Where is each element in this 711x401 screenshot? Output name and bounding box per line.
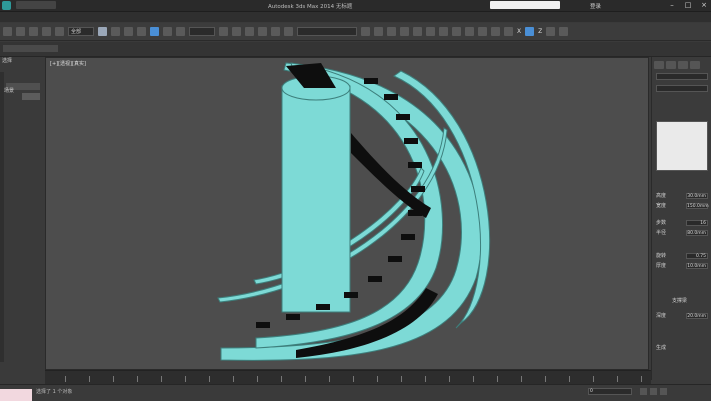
select-by-name-icon[interactable]: [111, 27, 120, 36]
generate-checkbox-row[interactable]: 生成: [656, 344, 708, 351]
play-icon[interactable]: [640, 388, 647, 395]
playback-controls: [640, 388, 667, 395]
param-spinner[interactable]: 20.0mm: [686, 312, 708, 319]
named-selection-dropdown[interactable]: [297, 27, 357, 36]
modifier-list-dropdown[interactable]: [656, 85, 708, 92]
layer-icon[interactable]: [387, 27, 396, 36]
render-setup-icon[interactable]: [452, 27, 461, 36]
reference-coord-dropdown[interactable]: [189, 27, 215, 36]
key-icon[interactable]: [650, 388, 657, 395]
extra-icon[interactable]: [504, 27, 513, 36]
axis-y-button[interactable]: [525, 27, 535, 36]
ribbon-tabs[interactable]: [3, 45, 58, 52]
object-name-field[interactable]: [656, 73, 708, 80]
align-icon[interactable]: [374, 27, 383, 36]
close-icon[interactable]: ×: [699, 1, 709, 9]
scene-explorer: 选择: [0, 57, 44, 370]
rotate-icon[interactable]: [163, 27, 172, 36]
minimize-icon[interactable]: –: [667, 1, 677, 9]
command-panel-tabs: [654, 61, 700, 69]
param-row-2: 宽度 150.0mm: [656, 202, 709, 209]
param-row-3: 步数 16: [656, 219, 708, 226]
pivot-icon[interactable]: [219, 27, 228, 36]
param-spinner[interactable]: 150.0mm: [686, 202, 709, 209]
frame-field[interactable]: 0: [588, 388, 632, 395]
perspective-viewport[interactable]: [+][透视][真实]: [45, 57, 649, 370]
angle-snap-icon[interactable]: [258, 27, 267, 36]
window-title: Autodesk 3ds Max 2014 无标题: [268, 4, 353, 10]
param-spinner[interactable]: 30.0mm: [686, 192, 708, 199]
quick-access-toolbar[interactable]: [16, 1, 56, 9]
render-icon[interactable]: [478, 27, 487, 36]
time-config-icon[interactable]: [660, 388, 667, 395]
param-row-4: 半径 80.0mm: [656, 229, 708, 236]
hierarchy-tab-icon[interactable]: [678, 61, 688, 69]
status-message: 选择了 1 个对象: [36, 389, 73, 395]
redo-icon[interactable]: [16, 27, 25, 36]
snap-icon[interactable]: [245, 27, 254, 36]
scene-explorer-row[interactable]: [22, 93, 40, 100]
status-bar: 选择了 1 个对象 0: [0, 384, 711, 401]
selection-filter-dropdown[interactable]: 全部: [68, 27, 94, 36]
percent-snap-icon[interactable]: [271, 27, 280, 36]
left-tool-strip: [0, 72, 4, 362]
menu-bar: [0, 12, 711, 22]
param-spinner[interactable]: 16: [686, 219, 708, 226]
param-spinner[interactable]: 0.75: [686, 252, 708, 259]
maximize-icon[interactable]: □: [683, 1, 693, 9]
graphite-icon[interactable]: [400, 27, 409, 36]
window-controls: – □ ×: [667, 1, 709, 9]
param-row-7: 深度 20.0mm: [656, 312, 708, 319]
param-row-6: 厚度 10.0mm: [656, 262, 708, 269]
ribbon: [0, 42, 711, 57]
rect-selection-icon[interactable]: [124, 27, 133, 36]
maxscript-listener[interactable]: [0, 389, 32, 401]
select-object-icon[interactable]: [98, 27, 107, 36]
param-row-1: 高度 30.0mm: [656, 192, 708, 199]
scene-explorer-label: 场景: [4, 88, 15, 94]
curve-editor-icon[interactable]: [413, 27, 422, 36]
scene-explorer-tab[interactable]: 选择: [2, 57, 12, 64]
create-tab-icon[interactable]: [654, 61, 664, 69]
generate-checkbox-label: 生成: [656, 345, 667, 351]
help-icon[interactable]: [491, 27, 500, 36]
window-crossing-icon[interactable]: [137, 27, 146, 36]
main-toolbar: 全部 X Z: [0, 23, 711, 41]
undo-icon[interactable]: [3, 27, 12, 36]
section-label: 支撑梁: [672, 298, 688, 304]
schematic-icon[interactable]: [426, 27, 435, 36]
link-icon[interactable]: [29, 27, 38, 36]
manipulate-icon[interactable]: [232, 27, 241, 36]
spinner-snap-icon[interactable]: [284, 27, 293, 36]
motion-tab-icon[interactable]: [690, 61, 700, 69]
move-icon[interactable]: [150, 27, 159, 36]
command-panel: 高度 30.0mm 宽度 150.0mm 步数 16 半径 80.0mm 旋转 …: [651, 57, 711, 380]
title-bar: Autodesk 3ds Max 2014 无标题 登录 – □ ×: [0, 0, 711, 12]
app-logo-icon[interactable]: [2, 1, 11, 10]
material-editor-icon[interactable]: [439, 27, 448, 36]
bind-icon[interactable]: [55, 27, 64, 36]
modifier-stack[interactable]: [656, 121, 708, 171]
axis-constraint-icon[interactable]: [559, 27, 569, 36]
param-spinner[interactable]: 80.0mm: [686, 229, 708, 236]
timeline[interactable]: [45, 370, 651, 385]
axis-z-button[interactable]: Z: [538, 28, 542, 35]
axis-xy-icon[interactable]: [546, 27, 556, 36]
login-button[interactable]: 登录: [590, 2, 601, 10]
unlink-icon[interactable]: [42, 27, 51, 36]
search-input[interactable]: [490, 1, 560, 9]
modify-tab-icon[interactable]: [666, 61, 676, 69]
timeline-ticks: [65, 376, 646, 382]
scale-icon[interactable]: [176, 27, 185, 36]
mirror-icon[interactable]: [361, 27, 370, 36]
axis-x-button[interactable]: X: [517, 28, 521, 35]
param-spinner[interactable]: 10.0mm: [686, 262, 708, 269]
param-row-5: 旋转 0.75: [656, 252, 708, 259]
render-frame-icon[interactable]: [465, 27, 474, 36]
spiral-stair-model[interactable]: [46, 58, 649, 370]
